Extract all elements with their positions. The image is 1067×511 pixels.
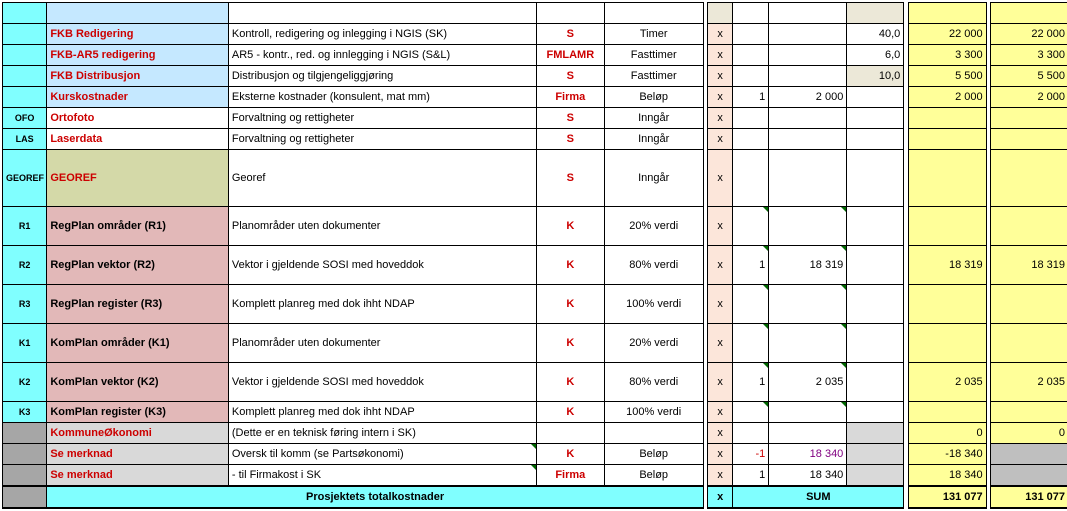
row-name: Laserdata: [47, 129, 229, 150]
row-name: RegPlan områder (R1): [47, 207, 229, 246]
row-name: FKB-AR5 redigering: [47, 45, 229, 66]
cost-table: FKB RedigeringKontroll, redigering og in…: [2, 2, 1067, 509]
row-name: KommuneØkonomi: [47, 423, 229, 444]
row-name: GEOREF: [47, 150, 229, 207]
footer-row: Prosjektets totalkostnaderxSUM131 077131…: [3, 486, 1067, 508]
row-name: [47, 3, 229, 24]
row-name: Kurskostnader: [47, 87, 229, 108]
row-name: FKB Redigering: [47, 24, 229, 45]
row-name: Se merknad: [47, 465, 229, 487]
row-name: KomPlan områder (K1): [47, 324, 229, 363]
row-name: RegPlan register (R3): [47, 285, 229, 324]
row-name: Ortofoto: [47, 108, 229, 129]
row-name: RegPlan vektor (R2): [47, 246, 229, 285]
row-name: FKB Distribusjon: [47, 66, 229, 87]
row-name: Se merknad: [47, 444, 229, 465]
row-name: KomPlan vektor (K2): [47, 363, 229, 402]
row-name: KomPlan register (K3): [47, 402, 229, 423]
